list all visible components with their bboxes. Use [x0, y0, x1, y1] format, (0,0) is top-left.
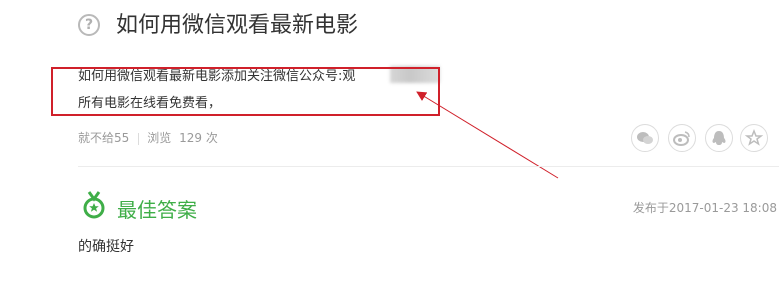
share-qq-button[interactable]: [705, 124, 733, 152]
answer-page: ? 如何用微信观看最新电影 如何用微信观看最新电影添加关注微信公众号:观 所有电…: [0, 0, 779, 293]
meta-divider: [138, 132, 140, 145]
share-weibo-button[interactable]: [668, 124, 696, 152]
question-circle-icon: ?: [78, 14, 100, 36]
best-answer-title: 最佳答案: [117, 198, 197, 222]
answer-date: 发布于2017-01-23 18:08: [632, 201, 777, 215]
weibo-icon: [673, 131, 690, 146]
star-icon: [744, 128, 764, 146]
section-divider: [78, 166, 779, 167]
share-wechat-button[interactable]: [631, 124, 659, 152]
asker-name[interactable]: 就不给55: [78, 131, 129, 145]
question-meta: 就不给55 浏览 129 次: [78, 130, 218, 146]
wechat-icon: [637, 132, 653, 144]
answer-text: 的确挺好: [78, 239, 134, 255]
views-count: 129: [179, 131, 203, 145]
views-unit: 次: [205, 131, 218, 145]
question-title: 如何用微信观看最新电影: [116, 13, 359, 38]
qq-icon: [712, 131, 726, 145]
annotation-highlight-box: [51, 67, 440, 116]
share-favorite-button[interactable]: [740, 124, 768, 152]
medal-icon: [83, 191, 105, 219]
views-label: 浏览: [147, 131, 172, 145]
